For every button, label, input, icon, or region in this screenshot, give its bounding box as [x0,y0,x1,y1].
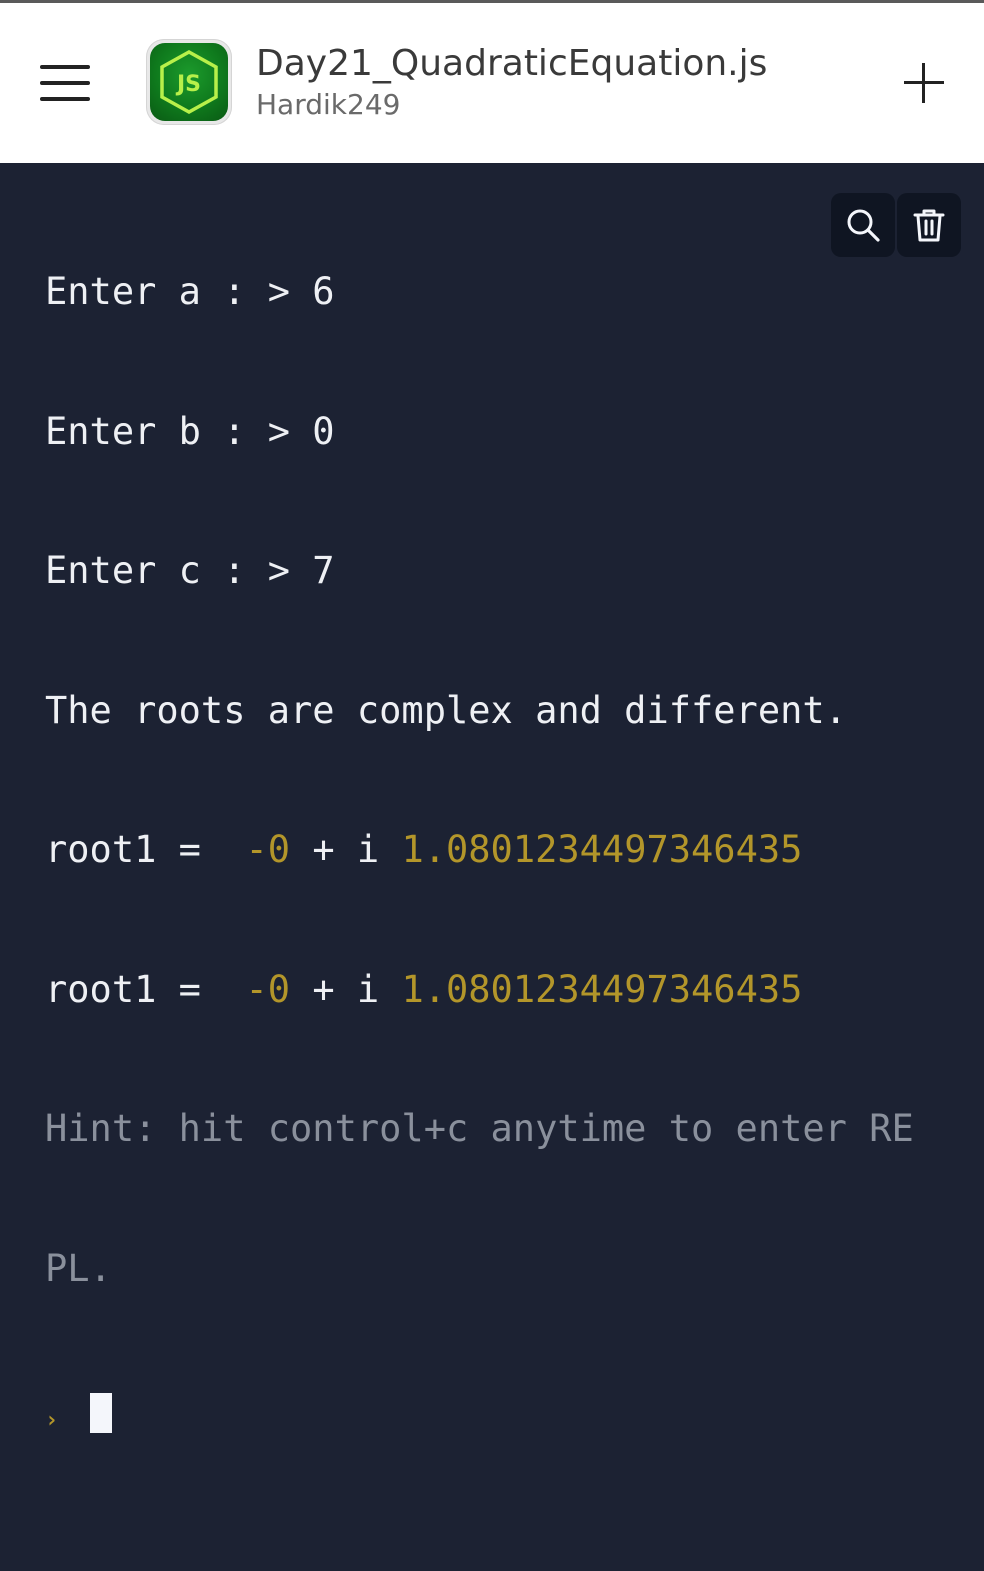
text-cursor [90,1393,112,1433]
file-name: Day21_QuadraticEquation.js [256,43,768,84]
plus-icon[interactable] [902,61,946,105]
root-real: -0 [245,828,291,871]
console-line: The roots are complex and different. [45,688,847,732]
trash-icon [913,209,945,242]
console-output: Enter a : > 6 Enter b : > 0 Enter c : > … [45,176,945,1478]
prompt-icon: › [45,1408,59,1433]
console-line: Enter b : > 0 [45,409,335,453]
console-line: Enter c : > 7 [45,549,335,592]
root-mid: + i [290,967,402,1011]
console-line-root: root1 = -0 + i 1.0801234497346435 [45,827,945,874]
root-mid: + i [290,828,402,871]
root-real: -0 [245,967,291,1011]
nodejs-icon: JS [146,39,232,125]
root-imag: 1.0801234497346435 [401,967,803,1011]
hamburger-menu-icon[interactable] [40,65,90,101]
console-line: Enter a : > 6 [45,270,335,313]
root-label: root1 = [45,967,246,1011]
console-line-root: root1 = -0 + i 1.0801234497346435 [45,967,945,1014]
hint-line: Hint: hit control+c anytime to enter RE [45,1107,914,1150]
svg-text:JS: JS [175,72,201,97]
owner-name[interactable]: Hardik249 [256,88,400,121]
search-icon [847,209,880,242]
hint-line: PL. [45,1246,112,1290]
root-imag: 1.0801234497346435 [401,828,803,871]
search-button[interactable] [831,193,895,257]
clear-console-button[interactable] [897,193,961,257]
input-prompt[interactable]: › [45,1385,945,1433]
root-label: root1 = [45,828,246,871]
app-header: JS Day21_QuadraticEquation.js Hardik249 [0,3,984,163]
